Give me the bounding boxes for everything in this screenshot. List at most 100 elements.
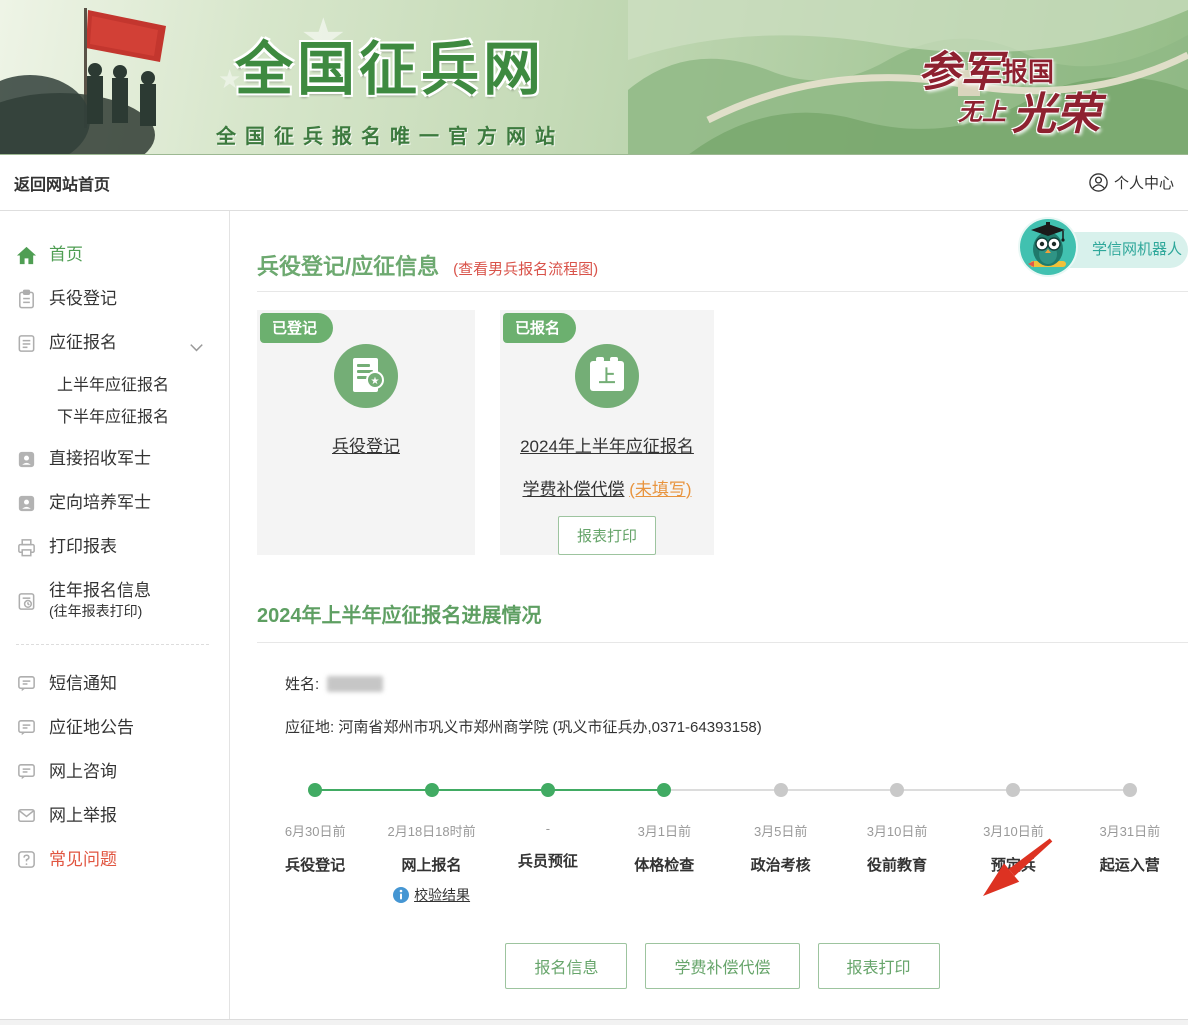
step-date: 3月31日前 [1099,821,1160,840]
step-date: 3月1日前 [638,821,691,840]
sidebar-item-past-years[interactable]: 往年报名信息 (往年报表打印) [16,581,229,621]
check-result-link[interactable]: 校验结果 [393,885,470,905]
registration-doc-icon: ★ [334,344,398,408]
sidebar-subitem-second-half[interactable]: 下半年应征报名 [57,403,229,427]
chsi-robot-widget[interactable]: 学信网机器人 [1020,219,1188,277]
step-dot [1006,783,1020,797]
step-label: 体格检查 [634,854,694,875]
sidebar-item-yingzheng-baoming[interactable]: 应征报名 [16,333,229,354]
timeline-step: 2月18日18时前 网上报名 校验结果 [373,783,489,905]
page: ★ ★ 全国征兵网 全国征兵报名唯一官方网站 参军 报国 无上 光荣 返回网站首… [0,0,1188,1027]
print-report-button[interactable]: 报表打印 [818,943,940,989]
sidebar-item-label: 应征地公告 [49,718,134,738]
step-dot [541,783,555,797]
sidebar-item-faq[interactable]: 常见问题 [16,849,229,870]
male-flow-chart-link[interactable]: (查看男兵报名流程图) [453,258,598,279]
registered-badge: 已登记 [260,313,333,343]
top-navbar: 返回网站首页 个人中心 [0,155,1188,211]
message-icon [16,717,37,738]
soldiers-photo [0,0,200,155]
mail-icon [16,805,37,826]
timeline-line-done [315,789,664,791]
great-wall-illustration [628,0,1188,155]
timeline-step: 6月30日前 兵役登记 [257,783,373,905]
slogan-guangrong: 光荣 [1012,78,1100,142]
tuition-compensation-label: 学费补偿代偿 [522,480,624,499]
calendar-icon: 上 [575,344,639,408]
enrollment-2024-link[interactable]: 2024年上半年应征报名 [520,432,694,457]
timeline-step: 3月31日前 起运入营 [1072,783,1188,905]
name-label: 姓名: [285,673,319,694]
header-divider [257,291,1188,292]
progress-timeline: 6月30日前 兵役登记 2月18日18时前 网上报名 [257,783,1188,905]
personal-center-link[interactable]: 个人中心 [1088,172,1174,193]
timeline-step: - 兵员预征 [490,783,606,905]
sidebar-item-online-consult[interactable]: 网上咨询 [16,761,229,782]
check-result-label: 校验结果 [414,885,470,905]
timeline-step: 3月1日前 体格检查 [606,783,722,905]
step-label: 兵役登记 [285,854,345,875]
step-date: - [546,821,550,836]
sidebar-item-zhijie-zhaoshou[interactable]: 直接招收军士 [16,449,229,470]
message-icon [16,673,37,694]
enrolled-badge: 已报名 [503,313,576,343]
sidebar-item-notice-board[interactable]: 应征地公告 [16,717,229,738]
printer-icon [16,537,37,558]
slogan-wushang: 无上 [958,92,1006,127]
card-print-report-button[interactable]: 报表打印 [558,516,656,555]
progress-divider [257,642,1188,643]
personal-center-label: 个人中心 [1114,172,1174,193]
document-icon [16,333,37,354]
step-date: 2月18日18时前 [387,821,475,840]
step-label: 预定兵 [991,854,1036,875]
sidebar-item-print-report[interactable]: 打印报表 [16,537,229,558]
progress-section-title: 2024年上半年应征报名进展情况 [257,599,1188,628]
robot-owl-avatar [1020,219,1076,275]
place-label: 应征地: [285,716,334,737]
step-date: 6月30日前 [285,821,346,840]
sidebar-item-sublabel: (往年报表打印) [49,601,151,621]
chevron-down-icon[interactable] [186,337,207,358]
name-value-redacted [327,676,383,692]
sidebar-item-label: 往年报名信息 [49,581,151,601]
question-icon [16,849,37,870]
site-banner: ★ ★ 全国征兵网 全国征兵报名唯一官方网站 参军 报国 无上 光荣 [0,0,1188,155]
sidebar-item-label: 打印报表 [49,537,117,557]
card-enrolled: 已报名 上 2024年上半年应征报名 学费补偿代偿 (未填写) 报表打印 [500,310,714,555]
bingyi-dengji-link[interactable]: 兵役登记 [332,432,400,457]
sidebar-subitem-first-half[interactable]: 上半年应征报名 [57,371,229,395]
sidebar-item-bingyi-dengji[interactable]: 兵役登记 [16,289,229,310]
sidebar-item-sms-notice[interactable]: 短信通知 [16,673,229,694]
timeline-step: 3月5日前 政治考核 [723,783,839,905]
sidebar-item-label: 兵役登记 [49,289,117,309]
step-label: 政治考核 [751,854,811,875]
tuition-compensation-link[interactable]: 学费补偿代偿 (未填写) [522,475,691,500]
timeline-step: 3月10日前 役前教育 [839,783,955,905]
sidebar-item-home[interactable]: 首页 [16,245,229,266]
step-label: 起运入营 [1100,854,1160,875]
sidebar-item-label: 应征报名 [49,333,117,353]
sidebar-item-label: 直接招收军士 [49,449,151,469]
main-content: 兵役登记/应征信息 (查看男兵报名流程图) 学信网机器人 [230,211,1188,1019]
id-card-icon [16,449,37,470]
sidebar-item-dingxiang-peiyang[interactable]: 定向培养军士 [16,493,229,514]
step-date: 3月5日前 [754,821,807,840]
page-footer-strip [0,1020,1188,1025]
owl-mascot-icon [1020,219,1076,275]
enrollment-info-button[interactable]: 报名信息 [505,943,627,989]
sidebar-item-label: 常见问题 [49,850,117,870]
sidebar-item-label: 定向培养军士 [49,493,151,513]
sidebar-item-label: 首页 [49,245,83,265]
sidebar: 首页 兵役登记 应征报名 上半年应征报名 下半年应征报名 [0,211,230,1019]
step-dot [425,783,439,797]
back-home-link[interactable]: 返回网站首页 [14,171,110,195]
tuition-compensation-button[interactable]: 学费补偿代偿 [645,943,799,989]
slogan-canjun: 参军 [918,38,1002,99]
history-doc-icon [16,591,37,612]
sidebar-item-label: 短信通知 [49,674,117,694]
sidebar-divider [16,644,209,645]
sidebar-item-online-report[interactable]: 网上举报 [16,805,229,826]
site-subtitle: 全国征兵报名唯一官方网站 [210,120,570,149]
message-icon [16,761,37,782]
sidebar-item-label: 网上举报 [49,806,117,826]
